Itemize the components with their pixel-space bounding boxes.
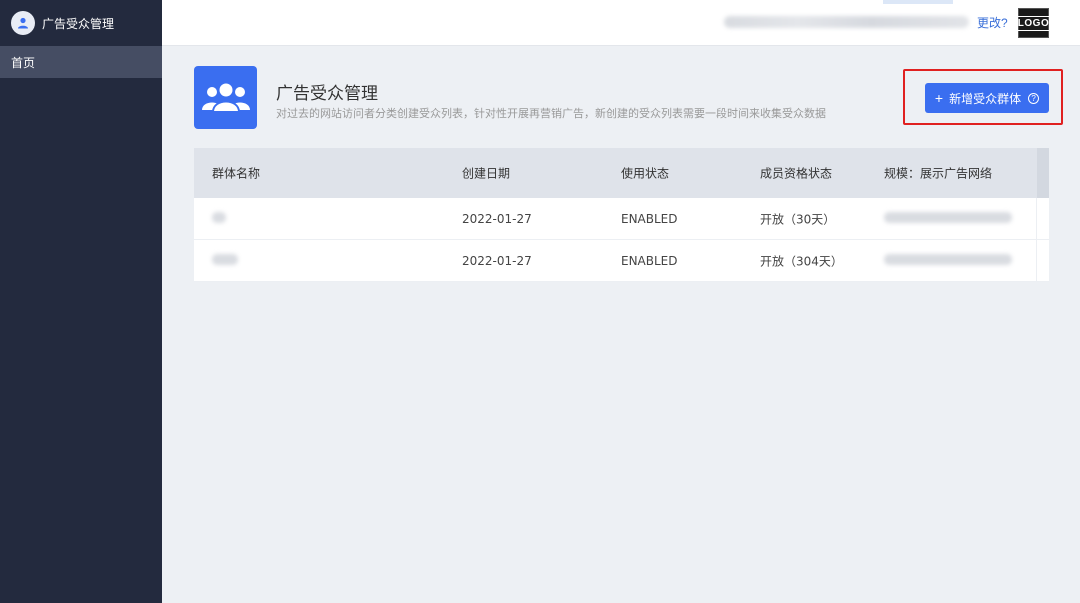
audience-name-redacted[interactable] [212,211,226,226]
membership-status: 开放（304天） [760,254,843,268]
created-date: 2022-01-27 [462,253,532,268]
size-redacted [884,253,1012,268]
row-divider [1036,240,1037,281]
brand[interactable]: 广告受众管理 [0,0,162,46]
brand-title: 广告受众管理 [42,16,115,31]
top-tab-indicator [883,0,953,4]
audience-name-redacted[interactable] [212,253,238,268]
usage-status: ENABLED [621,253,678,268]
account-info-redacted [724,16,969,28]
column-header-size[interactable]: 规模：展示广告网络 [884,165,992,182]
plus-icon: + [934,90,944,106]
page-description: 对过去的网站访问者分类创建受众列表，针对性开展再营销广告，新创建的受众列表需要一… [276,107,826,120]
column-header-membership[interactable]: 成员资格状态 [760,165,832,182]
page-title: 广告受众管理 [276,84,378,104]
column-header-status[interactable]: 使用状态 [621,165,669,182]
column-header-created[interactable]: 创建日期 [462,165,510,182]
add-audience-label: 新增受众群体 [949,91,1022,106]
table-row[interactable]: 2022-01-27 ENABLED 开放（30天） [194,198,1049,240]
created-date: 2022-01-27 [462,211,532,226]
row-divider [1036,198,1037,239]
change-account-link[interactable]: 更改? [977,14,1008,31]
sidebar-item-home[interactable]: 首页 [0,46,162,78]
user-avatar-icon [11,11,35,35]
logo-text: LOGO [1015,15,1052,31]
sidebar: 广告受众管理 首页 [0,0,162,603]
size-redacted [884,211,1012,226]
audience-table: 群体名称 创建日期 使用状态 成员资格状态 规模：展示广告网络 2022-01-… [194,148,1049,282]
top-bar: 更改? LOGO [162,0,1080,46]
audience-group-icon [194,66,257,129]
scrollbar-gutter [1037,148,1049,198]
add-audience-button[interactable]: + 新增受众群体 ? [925,83,1049,113]
question-circle-icon[interactable]: ? [1028,92,1040,104]
table-header: 群体名称 创建日期 使用状态 成员资格状态 规模：展示广告网络 [194,148,1049,198]
column-header-name[interactable]: 群体名称 [212,165,260,182]
sidebar-item-label: 首页 [11,55,36,70]
membership-status: 开放（30天） [760,212,836,226]
table-row[interactable]: 2022-01-27 ENABLED 开放（304天） [194,240,1049,282]
logo: LOGO [1015,8,1052,38]
usage-status: ENABLED [621,211,678,226]
